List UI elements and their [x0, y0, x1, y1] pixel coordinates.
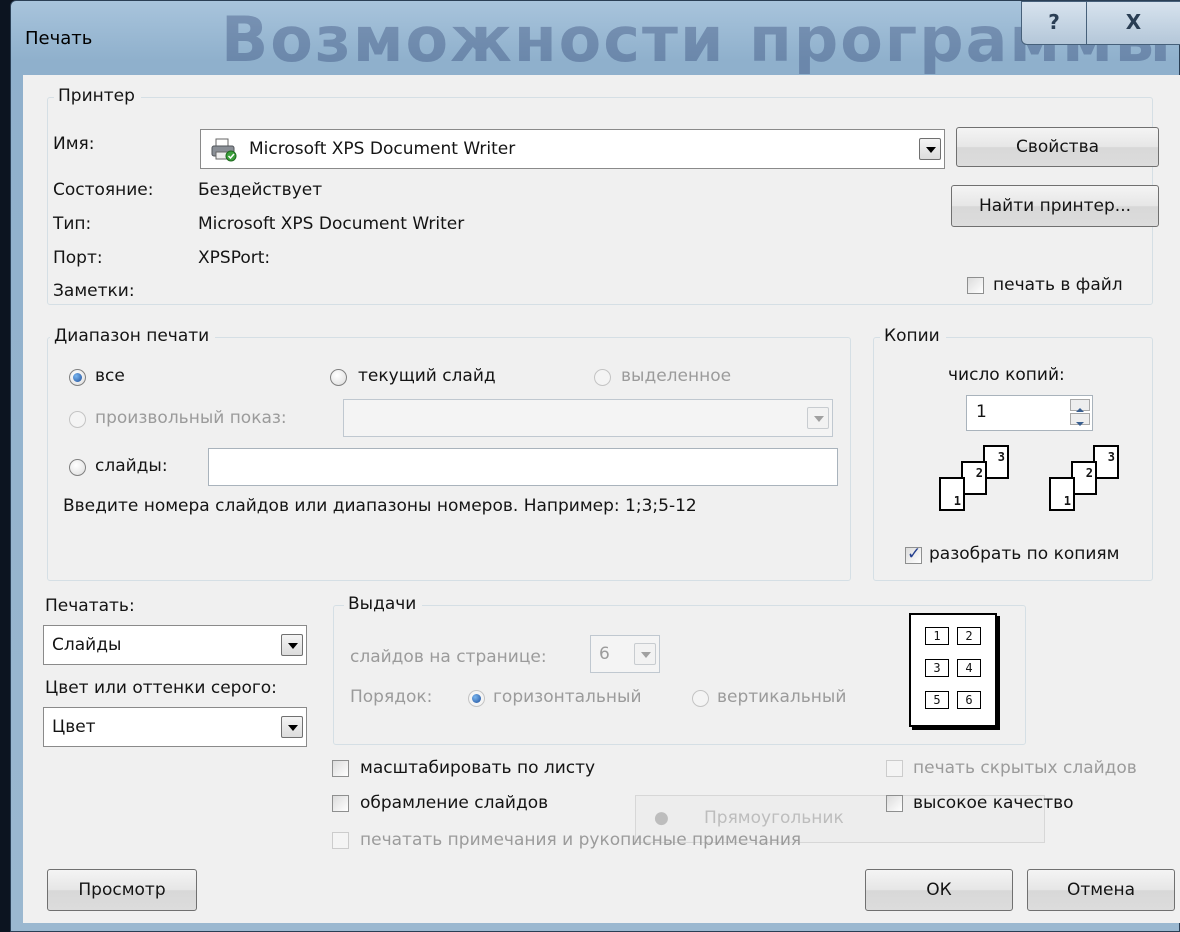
- high-quality-checkbox[interactable]: [886, 795, 903, 812]
- range-custom-show-radio: [69, 411, 86, 428]
- spin-up-icon[interactable]: [1070, 399, 1090, 412]
- chevron-down-icon[interactable]: [281, 716, 303, 738]
- frame-slides-checkbox[interactable]: [332, 795, 349, 812]
- collate-page: 1: [939, 477, 965, 511]
- close-button[interactable]: X: [1086, 1, 1180, 45]
- notes-label: Заметки:: [53, 281, 135, 301]
- scale-to-fit-label[interactable]: масштабировать по листу: [360, 758, 595, 778]
- range-slides-label[interactable]: слайды:: [95, 456, 168, 476]
- print-hidden-label: печать скрытых слайдов: [913, 758, 1137, 778]
- printer-group-title: Принтер: [54, 86, 141, 106]
- ghost-label: Прямоугольник: [704, 808, 844, 828]
- order-label: Порядок:: [350, 687, 433, 707]
- print-to-file-label[interactable]: печать в файл: [993, 275, 1123, 295]
- preview-button[interactable]: Просмотр: [47, 869, 197, 911]
- collate-checkbox[interactable]: [905, 544, 922, 564]
- print-what-value: Слайды: [52, 635, 122, 655]
- range-selection-label: выделенное: [621, 366, 732, 386]
- status-value: Бездействует: [198, 180, 323, 200]
- print-what-label: Печатать:: [45, 596, 135, 616]
- dialog-body: Принтер Имя: Microsoft XPS Document Writ…: [23, 75, 1180, 923]
- print-range-group-title: Диапазон печати: [50, 326, 216, 346]
- handouts-group-title: Выдачи: [344, 594, 423, 614]
- order-vertical-label: вертикальный: [717, 687, 847, 707]
- chevron-down-icon: [634, 643, 656, 665]
- handout-cell: 5: [925, 691, 949, 709]
- chevron-down-icon: [807, 407, 829, 429]
- printer-name-label: Имя:: [53, 134, 95, 154]
- collate-page: 1: [1049, 477, 1075, 511]
- color-label: Цвет или оттенки серого:: [45, 678, 277, 698]
- collate-label[interactable]: разобрать по копиям: [929, 544, 1119, 564]
- range-selection-radio: [594, 369, 611, 386]
- handout-cell: 2: [957, 627, 981, 645]
- type-label: Тип:: [53, 214, 92, 234]
- slides-per-page-select: 6: [590, 635, 660, 673]
- print-hidden-checkbox: [886, 760, 903, 777]
- order-vertical-radio: [692, 690, 709, 707]
- print-to-file-checkbox[interactable]: [967, 277, 984, 294]
- slides-per-page-value: 6: [599, 644, 610, 664]
- chevron-down-icon[interactable]: [281, 634, 303, 656]
- slides-input[interactable]: [208, 448, 838, 486]
- shape-icon: ●: [654, 808, 669, 828]
- print-comments-checkbox: [332, 832, 349, 849]
- help-button[interactable]: ?: [1021, 1, 1087, 45]
- order-horizontal-label: горизонтальный: [493, 687, 642, 707]
- type-value: Microsoft XPS Document Writer: [198, 214, 465, 234]
- port-value: XPSPort:: [198, 248, 271, 268]
- handout-cell: 3: [925, 659, 949, 677]
- range-current-slide-radio[interactable]: [330, 369, 347, 386]
- find-printer-button[interactable]: Найти принтер...: [951, 185, 1159, 227]
- handout-preview-page: 1 2 3 4 5 6: [909, 613, 997, 727]
- range-hint: Введите номера слайдов или диапазоны ном…: [63, 496, 697, 516]
- chevron-down-icon[interactable]: [919, 138, 941, 160]
- dialog-title: Печать: [25, 28, 93, 49]
- port-label: Порт:: [53, 248, 103, 268]
- title-bar: Возможности программы Печать ? X: [11, 1, 1180, 76]
- spin-down-icon[interactable]: [1070, 413, 1090, 426]
- copies-group-title: Копии: [880, 326, 946, 346]
- high-quality-label[interactable]: высокое качество: [913, 793, 1074, 813]
- range-all-radio[interactable]: [69, 369, 86, 386]
- handout-cell: 6: [957, 691, 981, 709]
- frame-slides-label[interactable]: обрамление слайдов: [360, 793, 548, 813]
- printer-name-value: Microsoft XPS Document Writer: [249, 139, 516, 159]
- print-dialog: Возможности программы Печать ? X Принтер…: [10, 0, 1180, 932]
- color-value: Цвет: [52, 717, 96, 737]
- cancel-button[interactable]: Отмена: [1027, 869, 1175, 911]
- range-current-slide-label[interactable]: текущий слайд: [358, 366, 496, 386]
- scale-to-fit-checkbox[interactable]: [332, 760, 349, 777]
- range-slides-radio[interactable]: [69, 459, 86, 476]
- copies-count-input[interactable]: 1: [966, 395, 1093, 431]
- printer-properties-button[interactable]: Свойства: [956, 127, 1159, 167]
- copies-count-label: число копий:: [948, 365, 1065, 385]
- status-label: Состояние:: [53, 180, 154, 200]
- handout-cell: 4: [957, 659, 981, 677]
- ok-button[interactable]: ОК: [865, 869, 1013, 911]
- printer-icon: [211, 138, 237, 162]
- handout-cell: 1: [925, 627, 949, 645]
- order-horizontal-radio: [468, 690, 485, 707]
- print-what-select[interactable]: Слайды: [43, 625, 307, 665]
- copies-count-value: 1: [976, 402, 987, 422]
- custom-show-select: [343, 399, 833, 437]
- range-all-label[interactable]: все: [95, 366, 125, 386]
- slides-per-page-label: слайдов на странице:: [350, 647, 547, 667]
- color-select[interactable]: Цвет: [43, 707, 307, 747]
- print-comments-label: печатать примечания и рукописные примеча…: [360, 830, 802, 850]
- printer-name-select[interactable]: Microsoft XPS Document Writer: [200, 129, 945, 169]
- range-custom-show-label: произвольный показ:: [95, 408, 287, 428]
